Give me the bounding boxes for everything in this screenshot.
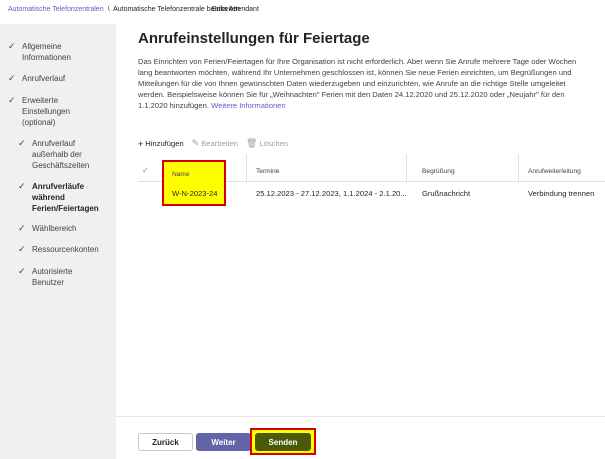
checkmark-icon: ✓ (18, 266, 26, 276)
step-holidays[interactable]: ✓ Anrufverläufe während Ferien/Feiertage… (18, 181, 100, 214)
column-header-dates[interactable]: Termine (256, 168, 279, 175)
step-label: Allgemeine Informationen (22, 42, 71, 62)
checkmark-icon: ✓ (8, 41, 16, 51)
select-all-check-icon[interactable]: ✓ (142, 166, 149, 175)
name-column-highlight: Name W-N-2023-24 (162, 160, 226, 206)
step-general-info[interactable]: ✓ Allgemeine Informationen (8, 41, 102, 63)
description-text: Das Einrichten von Ferien/Feiertagen für… (138, 57, 577, 110)
breadcrumb-separator: \ (107, 6, 110, 13)
holidays-table: ✓ Termine Begrüßung Anrufweiterleitung 2… (138, 154, 605, 232)
step-authorized-users[interactable]: ✓ Autorisierte Benutzer (18, 266, 100, 288)
step-label: Erweiterte Einstellungen (optional) (22, 96, 71, 127)
wizard-steps-sidebar: ✓ Allgemeine Informationen ✓ Anrufverlau… (0, 24, 116, 459)
trash-icon: 🗑 (245, 138, 258, 148)
step-label: Ressourcenkonten (32, 245, 99, 254)
step-label: Wählbereich (32, 224, 77, 233)
step-dial-scope[interactable]: ✓ Wählbereich (18, 223, 100, 234)
breadcrumb: Automatische Telefonzentralen \ Automati… (8, 6, 259, 13)
column-header-name[interactable]: Name (172, 171, 190, 178)
pencil-icon: ✎ (191, 138, 200, 148)
step-after-hours[interactable]: ✓ Anrufverlauf außerhalb der Geschäftsze… (18, 138, 100, 171)
more-info-link[interactable]: Weitere Informationen (211, 101, 286, 110)
delete-label: Löschen (259, 139, 289, 148)
step-label: Autorisierte Benutzer (32, 267, 73, 287)
cell-greeting: Grußnachricht (422, 189, 471, 198)
add-holiday-button[interactable]: + Hinzufügen (138, 139, 184, 149)
step-advanced-settings[interactable]: ✓ Erweiterte Einstellungen (optional) (8, 95, 92, 128)
cell-call-routing: Verbindung trennen (528, 189, 595, 198)
breadcrumb-overlap-text: Eriks Attendant (211, 6, 259, 13)
checkmark-icon: ✓ (18, 244, 26, 254)
footer-divider (116, 416, 605, 417)
step-call-flow[interactable]: ✓ Anrufverlauf (8, 73, 65, 84)
page-title: Anrufeinstellungen für Feiertage (138, 30, 370, 47)
plus-icon: + (138, 138, 144, 149)
send-button[interactable]: Senden (255, 433, 311, 451)
checkmark-icon: ✓ (18, 181, 26, 191)
add-label: Hinzufügen (145, 139, 184, 148)
column-divider (518, 154, 519, 182)
column-header-call-routing[interactable]: Anrufweiterleitung (528, 168, 581, 175)
breadcrumb-link-auto-attendants[interactable]: Automatische Telefonzentralen (8, 6, 104, 13)
delete-holiday-button[interactable]: 🗑 Löschen (246, 138, 288, 149)
edit-label: Bearbeiten (201, 139, 238, 148)
column-header-greeting[interactable]: Begrüßung (422, 168, 455, 175)
column-divider (406, 154, 407, 182)
step-label: Anrufverläufe während Ferien/Feiertagen (32, 182, 99, 213)
edit-holiday-button[interactable]: ✎ Bearbeiten (192, 138, 238, 149)
step-label: Anrufverlauf außerhalb der Geschäftszeit… (32, 139, 90, 170)
step-label: Anrufverlauf (22, 74, 66, 83)
next-button[interactable]: Weiter (196, 433, 251, 451)
back-button[interactable]: Zurück (138, 433, 193, 451)
page-description: Das Einrichten von Ferien/Feiertagen für… (138, 56, 578, 111)
checkmark-icon: ✓ (8, 95, 16, 105)
main-content: Anrufeinstellungen für Feiertage Das Ein… (116, 24, 605, 459)
cell-dates: 25.12.2023 - 27.12.2023, 1.1.2024 - 2.1.… (256, 189, 407, 198)
checkmark-icon: ✓ (18, 223, 26, 233)
step-resource-accounts[interactable]: ✓ Ressourcenkonten (18, 244, 100, 255)
checkmark-icon: ✓ (8, 73, 16, 83)
holiday-toolbar: + Hinzufügen ✎ Bearbeiten 🗑 Löschen (138, 138, 288, 149)
checkmark-icon: ✓ (18, 138, 26, 148)
column-divider (246, 154, 247, 182)
cell-name[interactable]: W-N-2023-24 (172, 189, 217, 198)
